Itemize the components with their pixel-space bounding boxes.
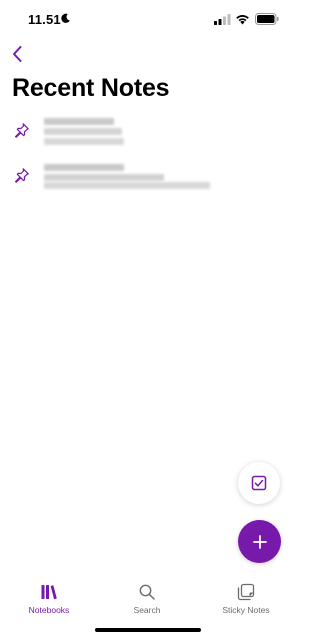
status-bar: 11.51 — [0, 0, 296, 40]
wifi-icon — [236, 15, 249, 25]
search-icon — [139, 584, 155, 600]
moon-icon — [61, 13, 70, 23]
tab-sticky-notes[interactable]: Sticky Notes — [201, 580, 291, 620]
status-time: 11.51 — [28, 12, 61, 27]
note-preview-redacted — [44, 138, 124, 145]
plus-icon — [252, 534, 267, 549]
page-title: Recent Notes — [12, 74, 170, 102]
note-preview-redacted — [44, 128, 122, 135]
list-item[interactable] — [0, 160, 296, 200]
tab-label: Search — [133, 605, 161, 615]
tab-bar: Notebooks Search Sticky Notes — [0, 580, 296, 620]
notebooks-icon — [41, 585, 57, 600]
checkbox-icon — [251, 475, 267, 491]
new-task-button[interactable] — [238, 462, 280, 504]
tab-notebooks[interactable]: Notebooks — [4, 580, 94, 620]
battery-icon — [255, 13, 279, 25]
note-preview-redacted — [44, 174, 164, 181]
note-title-redacted — [44, 164, 124, 171]
note-preview-redacted — [44, 182, 210, 189]
pin-icon[interactable] — [14, 122, 30, 138]
chevron-left-icon — [13, 46, 22, 62]
cellular-signal-icon — [214, 14, 231, 25]
home-indicator[interactable] — [95, 628, 201, 632]
sticky-notes-icon — [237, 583, 255, 601]
pin-icon[interactable] — [14, 167, 30, 183]
tab-label: Sticky Notes — [222, 605, 270, 615]
add-note-button[interactable] — [238, 520, 281, 563]
note-title-redacted — [44, 118, 114, 125]
tab-label: Notebooks — [28, 605, 70, 615]
tab-search[interactable]: Search — [102, 580, 192, 620]
back-button[interactable] — [4, 42, 30, 66]
list-item[interactable] — [0, 114, 296, 154]
